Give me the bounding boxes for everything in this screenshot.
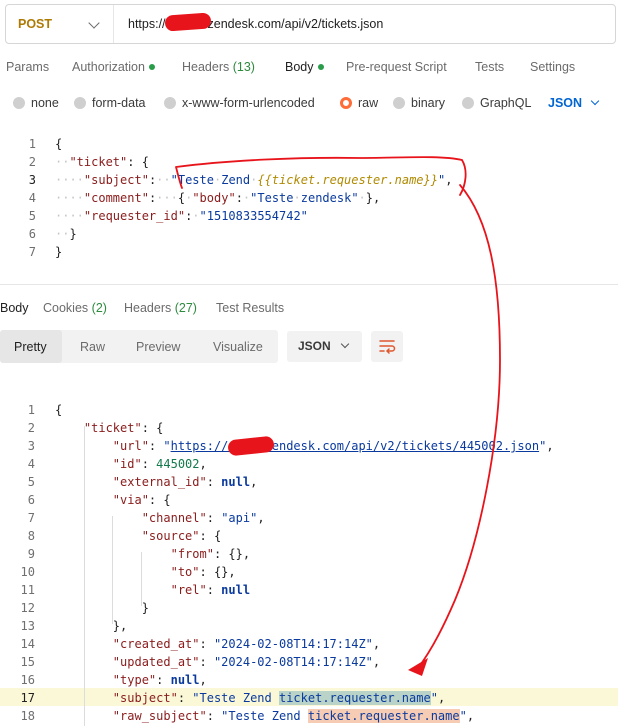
wrap-lines-icon bbox=[379, 340, 396, 354]
view-mode-raw[interactable]: Raw bbox=[80, 338, 105, 356]
code-line: } bbox=[55, 245, 63, 259]
wrap-lines-button[interactable] bbox=[371, 331, 403, 362]
radio-circle-icon bbox=[164, 97, 176, 109]
body-format-dropdown[interactable]: JSON bbox=[548, 96, 600, 110]
code-line: "ticket": { bbox=[83, 421, 164, 435]
tab-settings[interactable]: Settings bbox=[530, 52, 575, 82]
code-line: "from": {}, bbox=[170, 547, 251, 561]
code-line: { bbox=[55, 137, 63, 151]
chevron-down-icon bbox=[88, 17, 100, 29]
tab-headers[interactable]: Headers (13) bbox=[182, 52, 255, 82]
body-type-selector: none form-data x-www-form-urlencoded raw… bbox=[0, 92, 618, 116]
view-mode-pretty[interactable]: Pretty bbox=[14, 338, 47, 356]
section-divider bbox=[0, 284, 618, 285]
tab-pre-request-script[interactable]: Pre-request Script bbox=[346, 52, 447, 82]
chevron-down-icon bbox=[590, 96, 600, 106]
code-line: "subject": "Teste Zend ticket.requester.… bbox=[112, 691, 446, 705]
tab-tests[interactable]: Tests bbox=[475, 52, 504, 82]
status-dot-icon bbox=[148, 64, 155, 70]
tab-test-results[interactable]: Test Results bbox=[216, 293, 284, 323]
arrow-stroke bbox=[417, 184, 501, 669]
radio-graphql[interactable]: GraphQL bbox=[462, 96, 531, 110]
url-input[interactable]: https://●●●●w.zendesk.com/api/v2/tickets… bbox=[114, 17, 383, 31]
status-dot-icon bbox=[317, 64, 324, 70]
code-line: ····"requester_id":·"1510833554742" bbox=[55, 209, 308, 223]
code-line: } bbox=[141, 601, 149, 615]
code-line: ··} bbox=[55, 227, 77, 241]
code-line: "via": { bbox=[112, 493, 171, 507]
code-line: "external_id": null, bbox=[112, 475, 258, 489]
radio-binary[interactable]: binary bbox=[393, 96, 445, 110]
radio-circle-icon bbox=[74, 97, 86, 109]
code-line: "id": 445002, bbox=[112, 457, 207, 471]
tab-cookies[interactable]: Cookies (2) bbox=[43, 293, 107, 323]
radio-none[interactable]: none bbox=[13, 96, 59, 110]
view-mode-visualize[interactable]: Visualize bbox=[213, 338, 263, 356]
redaction-scribble bbox=[164, 12, 212, 32]
code-line: "to": {}, bbox=[170, 565, 236, 579]
tab-body[interactable]: Body bbox=[285, 52, 324, 82]
method-label: POST bbox=[18, 17, 53, 31]
tab-response-headers[interactable]: Headers (27) bbox=[124, 293, 197, 323]
radio-circle-icon bbox=[462, 97, 474, 109]
code-line: { bbox=[55, 403, 63, 417]
code-line: "rel": null bbox=[170, 583, 251, 597]
code-line: ····"subject":··"Teste·Zend·{{ticket.req… bbox=[55, 173, 453, 187]
response-format-dropdown[interactable]: JSON bbox=[287, 331, 362, 362]
arrow-head-icon bbox=[408, 658, 428, 676]
radio-form-data[interactable]: form-data bbox=[74, 96, 146, 110]
url-bar: POST https://●●●●w.zendesk.com/api/v2/ti… bbox=[5, 4, 616, 44]
code-line: "raw_subject": "Teste Zend ticket.reques… bbox=[112, 709, 475, 723]
tab-authorization[interactable]: Authorization bbox=[72, 52, 155, 82]
view-mode-preview[interactable]: Preview bbox=[136, 338, 180, 356]
code-line: "updated_at": "2024-02-08T14:17:14Z", bbox=[112, 655, 381, 669]
code-line: "source": { bbox=[141, 529, 222, 543]
tab-response-body[interactable]: Body bbox=[0, 293, 29, 323]
code-line: "channel": "api", bbox=[141, 511, 265, 525]
code-line: }, bbox=[112, 619, 128, 633]
method-selector[interactable]: POST bbox=[6, 5, 114, 43]
radio-circle-icon bbox=[13, 97, 25, 109]
code-line: ····"comment":···{·"body":·"Teste·zendes… bbox=[55, 191, 381, 205]
radio-raw[interactable]: raw bbox=[340, 96, 378, 110]
code-line: "url": "https://●●●●.zendesk.com/api/v2/… bbox=[112, 439, 554, 453]
tab-params[interactable]: Params bbox=[6, 52, 49, 82]
code-line: "type": null, bbox=[112, 673, 207, 687]
chevron-down-icon bbox=[340, 339, 349, 349]
radio-circle-icon bbox=[393, 97, 405, 109]
code-line: ··"ticket": { bbox=[55, 155, 149, 169]
code-line: "created_at": "2024-02-08T14:17:14Z", bbox=[112, 637, 381, 651]
radio-urlencoded[interactable]: x-www-form-urlencoded bbox=[164, 96, 315, 110]
radio-selected-icon bbox=[340, 97, 352, 109]
